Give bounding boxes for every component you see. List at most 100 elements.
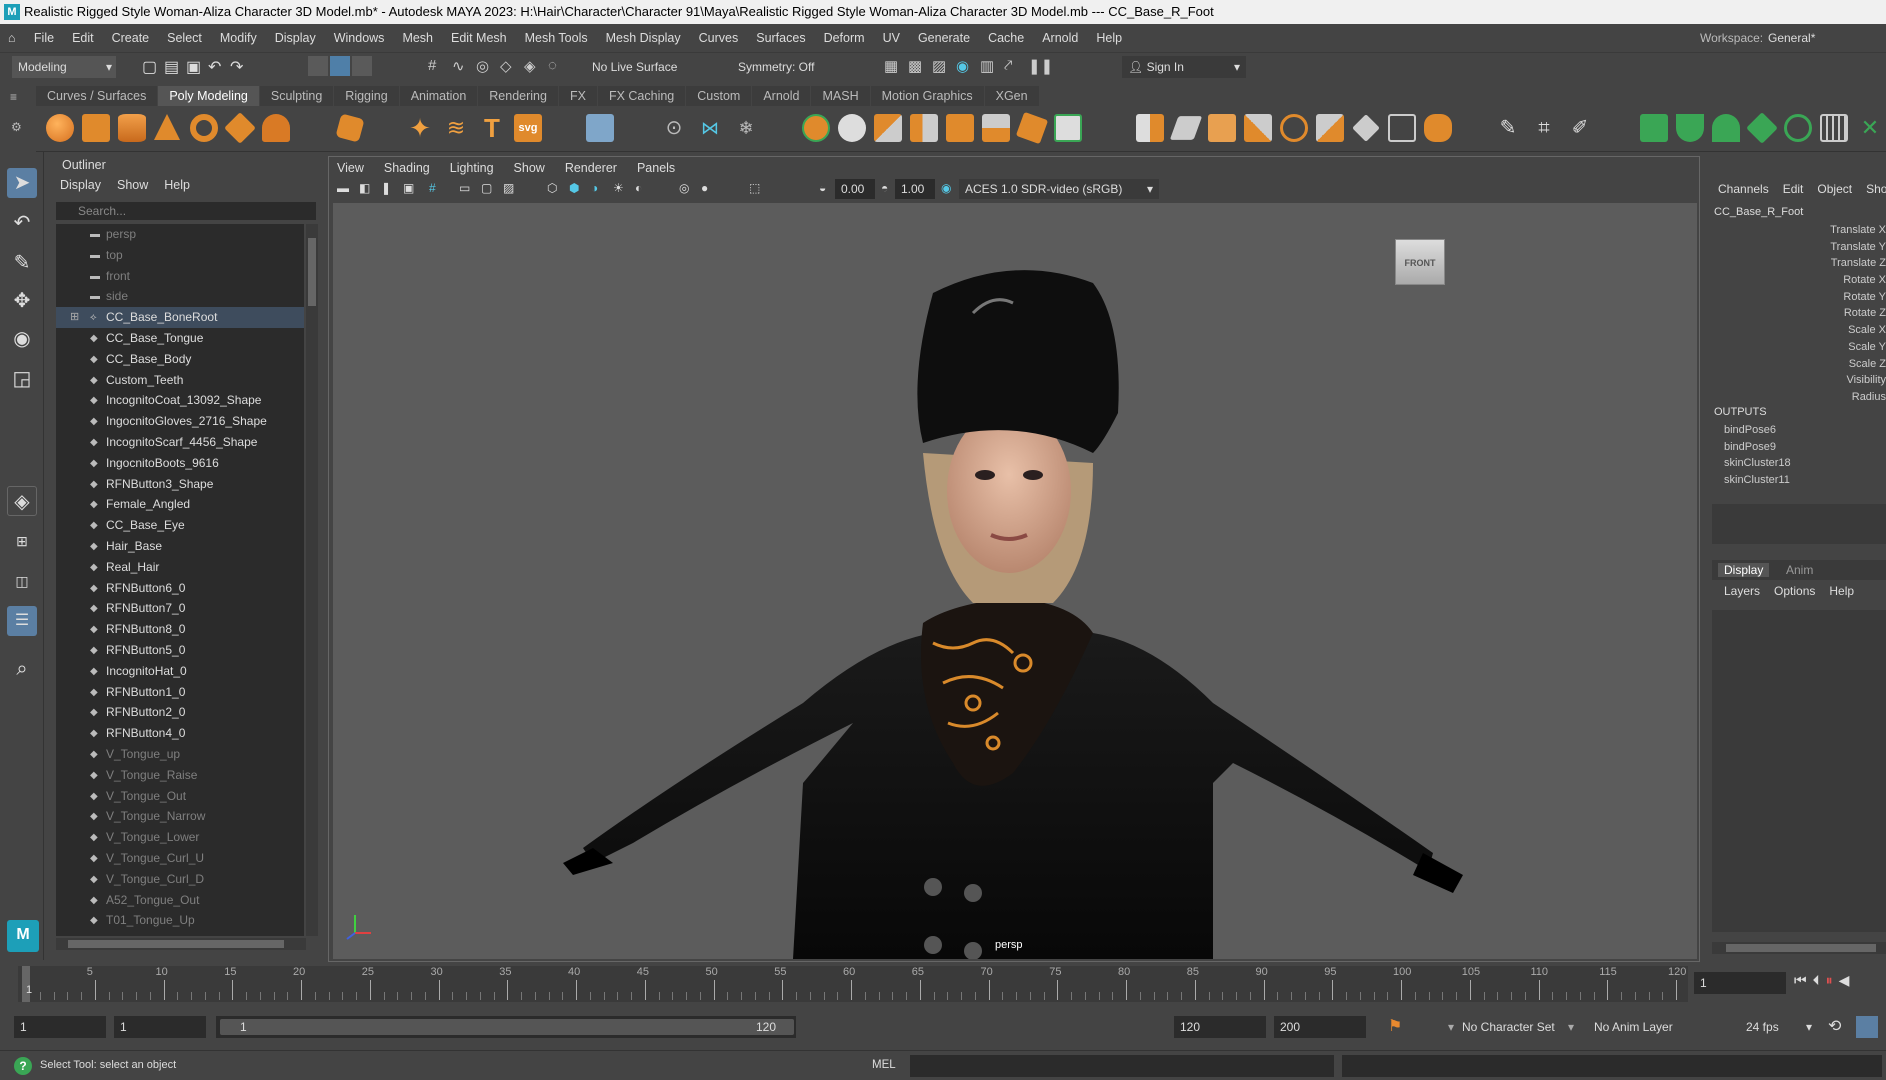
shadows-icon[interactable]: ◐ xyxy=(635,181,642,195)
tab-display[interactable]: Display xyxy=(1718,563,1770,577)
bridge-icon[interactable] xyxy=(1169,116,1203,140)
color-space-dropdown[interactable]: ACES 1.0 SDR-video (sRGB) ▾ xyxy=(959,179,1159,199)
auto-seams-icon[interactable] xyxy=(1784,114,1812,142)
channel-attribute[interactable]: Translate Z xyxy=(1750,255,1886,272)
auto-key-icon[interactable]: ⚑ xyxy=(1388,1016,1402,1036)
smooth-icon[interactable] xyxy=(874,114,902,142)
textured-icon[interactable]: ◑ xyxy=(591,181,598,195)
poly-torus-icon[interactable] xyxy=(190,114,218,142)
fps-dropdown[interactable]: 24 fps ▾ xyxy=(1740,1016,1818,1038)
save-scene-icon[interactable]: ▣ xyxy=(186,57,201,77)
fill-hole-icon[interactable] xyxy=(1280,114,1308,142)
outliner-item[interactable]: ◆ IngocnitoGloves_2716_Shape xyxy=(56,411,304,432)
channel-box-horizontal-scrollbar[interactable] xyxy=(1712,942,1886,954)
viewport-menu-panels[interactable]: Panels xyxy=(637,161,675,175)
smooth-shade-icon[interactable]: ⬢ xyxy=(569,181,579,195)
scale-tool-icon[interactable]: ◲ xyxy=(7,364,37,394)
viewport-menu-shading[interactable]: Shading xyxy=(384,161,430,175)
snap-grid-icon[interactable]: # xyxy=(428,57,436,74)
outliner-item[interactable]: ◆ RFNButton7_0 xyxy=(56,598,304,619)
select-component-icon[interactable] xyxy=(352,56,372,76)
snow-icon[interactable]: ❄︎ xyxy=(732,114,760,142)
channel-attribute[interactable]: Translate X xyxy=(1750,222,1886,239)
search-icon[interactable]: ⌕ xyxy=(7,654,37,684)
menu-help[interactable]: Help xyxy=(1087,24,1131,52)
channel-attribute[interactable]: Radius xyxy=(1750,389,1886,406)
maya-home-icon[interactable]: M xyxy=(7,920,39,952)
grid-icon[interactable]: # xyxy=(429,181,436,195)
gamma-icon[interactable]: ◓ xyxy=(881,181,888,195)
wedge-icon[interactable] xyxy=(1316,114,1344,142)
xray-icon[interactable]: ◎ xyxy=(679,181,689,195)
outliner-item[interactable]: ◆ V_Tongue_Raise xyxy=(56,765,304,786)
unfold-icon[interactable]: ✕ xyxy=(1856,114,1884,142)
expand-icon[interactable]: ⊞ xyxy=(70,307,79,328)
shelf-tab-poly-modeling[interactable]: Poly Modeling xyxy=(158,86,259,106)
options-menu[interactable]: Options xyxy=(1774,584,1815,598)
menu-mesh[interactable]: Mesh xyxy=(393,24,442,52)
render-sequence-icon[interactable]: ⤤ xyxy=(1004,57,1012,74)
scrollbar-thumb[interactable] xyxy=(308,238,316,306)
select-vertex-icon[interactable]: ⊙ xyxy=(660,114,688,142)
start-time-field[interactable]: 1 xyxy=(14,1016,106,1038)
shelf-tab-arnold[interactable]: Arnold xyxy=(752,86,811,106)
menu-cache[interactable]: Cache xyxy=(979,24,1033,52)
retopo-icon[interactable] xyxy=(1015,111,1049,145)
outliner-item[interactable]: ◆ RFNButton2_0 xyxy=(56,702,304,723)
mel-command-input[interactable] xyxy=(910,1055,1334,1077)
outliner-item[interactable]: ◆ V_Tongue_up xyxy=(56,744,304,765)
menu-curves[interactable]: Curves xyxy=(690,24,748,52)
single-view-layout-icon[interactable]: ◈ xyxy=(7,486,37,516)
shelf-tab-fx-caching[interactable]: FX Caching xyxy=(597,86,686,106)
end-time-field[interactable]: 200 xyxy=(1274,1016,1366,1038)
menuset-dropdown[interactable]: Modeling ▾ xyxy=(12,56,116,78)
range-slider-track[interactable]: 1 120 xyxy=(216,1016,796,1038)
step-back-key-icon[interactable]: ⏸ xyxy=(1826,972,1833,988)
outliner-item[interactable]: ◆ IngocnitoBoots_9616 xyxy=(56,453,304,474)
menu-mesh-tools[interactable]: Mesh Tools xyxy=(516,24,597,52)
rotate-tool-icon[interactable]: ◉ xyxy=(7,324,37,354)
outliner-item[interactable]: ◆ RFNButton5_0 xyxy=(56,640,304,661)
open-scene-icon[interactable]: ▤ xyxy=(164,57,179,77)
exposure-field[interactable]: 0.00 xyxy=(835,179,875,199)
ipr-render-icon[interactable]: ▩ xyxy=(908,57,922,75)
poly-cone-icon[interactable] xyxy=(154,114,180,140)
menu-uv[interactable]: UV xyxy=(874,24,909,52)
outliner-item[interactable]: ◆ RFNButton8_0 xyxy=(56,619,304,640)
viewport-3d-scene[interactable]: FRONT persp xyxy=(333,203,1697,959)
viewport-menu-show[interactable]: Show xyxy=(514,161,545,175)
menu-display[interactable]: Display xyxy=(266,24,325,52)
gamma-field[interactable]: 1.00 xyxy=(895,179,935,199)
snap-curve-icon[interactable]: ∿ xyxy=(452,57,465,75)
select-hierarchy-icon[interactable] xyxy=(308,56,328,76)
ambient-occlusion-icon[interactable]: ● xyxy=(701,181,708,195)
anim-layer-dropdown[interactable]: No Anim Layer xyxy=(1588,1016,1688,1038)
live-surface-field[interactable]: No Live Surface xyxy=(586,56,696,78)
channel-attribute[interactable]: Rotate X xyxy=(1750,272,1886,289)
isolate-select-icon[interactable]: ⬚ xyxy=(749,181,760,195)
sweep-mesh-icon[interactable]: ≋ xyxy=(442,114,470,142)
multi-cut-icon[interactable]: ✎ xyxy=(1494,114,1522,142)
uv-editor-icon[interactable] xyxy=(1640,114,1668,142)
quad-draw-icon[interactable]: ✐ xyxy=(1566,114,1594,142)
outliner-menu-help[interactable]: Help xyxy=(164,178,190,192)
outliner-item[interactable]: ◆ RFNButton4_0 xyxy=(56,723,304,744)
outliner-search-input[interactable]: Search... xyxy=(56,202,316,220)
output-node[interactable]: bindPose9 xyxy=(1724,439,1884,456)
edit-menu[interactable]: Edit xyxy=(1783,182,1804,196)
hypershade-icon[interactable]: ◉ xyxy=(956,57,969,75)
home-icon[interactable]: ⌂ xyxy=(0,24,22,52)
lights-icon[interactable]: ☀︎ xyxy=(613,181,624,195)
outliner-menu-display[interactable]: Display xyxy=(60,178,101,192)
cylindrical-map-icon[interactable] xyxy=(1712,114,1740,142)
outliner-item[interactable]: ◆ V_Tongue_Lower xyxy=(56,827,304,848)
undo-icon[interactable]: ↶ xyxy=(208,57,221,77)
playback-end-field[interactable]: 120 xyxy=(1174,1016,1266,1038)
poly-cylinder-icon[interactable] xyxy=(118,114,146,142)
shelf-tab-animation[interactable]: Animation xyxy=(399,86,478,106)
outliner-item[interactable]: ◆ CC_Base_Tongue xyxy=(56,328,304,349)
separate-icon[interactable] xyxy=(838,114,866,142)
chevron-down-icon[interactable]: ▾ xyxy=(1448,1020,1454,1034)
extrude-icon[interactable] xyxy=(1136,114,1164,142)
menu-edit-mesh[interactable]: Edit Mesh xyxy=(442,24,516,52)
